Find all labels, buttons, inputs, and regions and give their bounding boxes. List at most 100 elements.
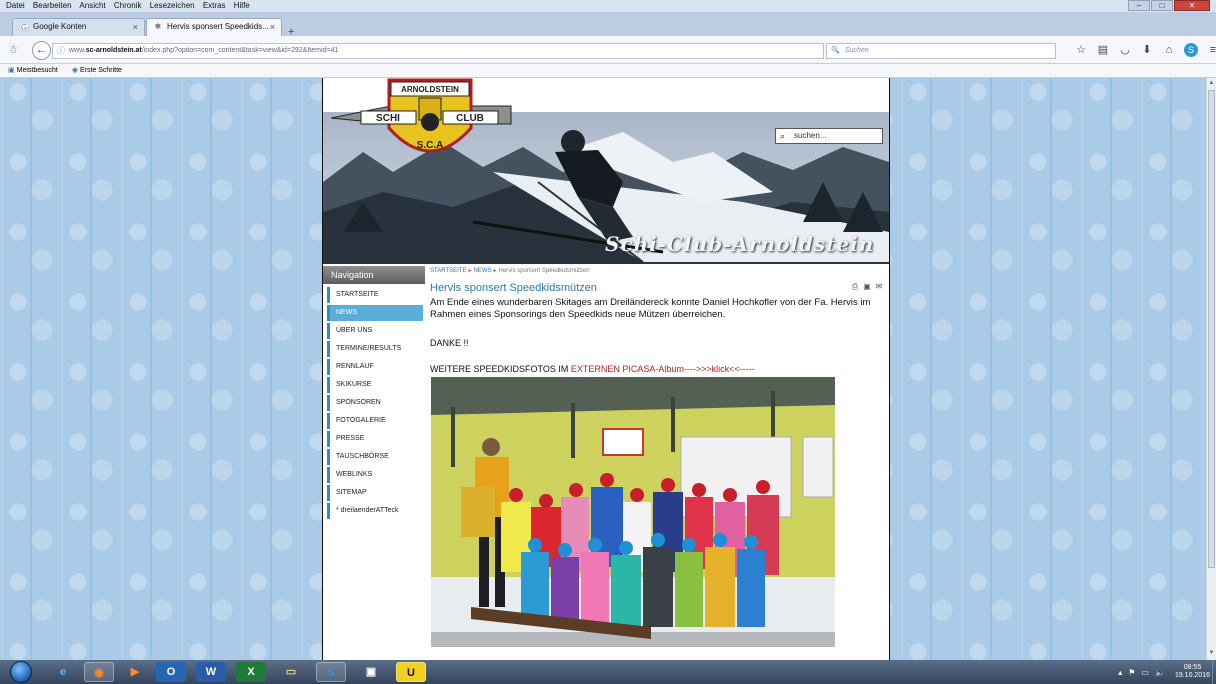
club-title: Schi-Club-Arnoldstein bbox=[605, 232, 875, 256]
excel-icon[interactable]: X bbox=[236, 662, 266, 682]
nav-item-news[interactable]: NEWS bbox=[327, 305, 423, 321]
search-icon: 🔍 bbox=[831, 47, 840, 54]
url-host: sc-arnoldstein.at bbox=[85, 47, 142, 54]
url-prefix: www. bbox=[69, 47, 86, 54]
tab-close-icon[interactable]: × bbox=[270, 19, 275, 35]
search-bar[interactable]: 🔍 Suchen bbox=[826, 43, 1056, 59]
window-controls: – □ ✕ bbox=[1127, 0, 1210, 12]
google-icon: G bbox=[19, 22, 29, 32]
email-icon[interactable]: ✉ bbox=[874, 282, 884, 292]
internet-explorer-icon[interactable]: e bbox=[48, 662, 78, 682]
firefox-menu-icon[interactable]: ☃ bbox=[8, 44, 20, 56]
menu-lesezeichen[interactable]: Lesezeichen bbox=[150, 1, 195, 10]
tray-expand-icon[interactable]: ▴ bbox=[1118, 668, 1122, 677]
scroll-up-icon[interactable]: ▲ bbox=[1208, 80, 1215, 88]
page-scrollbar[interactable]: ▲ ▼ bbox=[1206, 78, 1216, 660]
logo-bottom-text: S.C.A bbox=[417, 140, 444, 151]
search-placeholder: Suchen bbox=[845, 47, 869, 54]
print-icon[interactable]: ▣ bbox=[862, 282, 872, 292]
clock[interactable]: 08:55 19.10.2016 bbox=[1175, 664, 1210, 680]
tab-google-konten[interactable]: G Google Konten × bbox=[12, 18, 145, 36]
nav-item-sponsoren[interactable]: SPONSOREN bbox=[327, 395, 423, 411]
menu-datei[interactable]: Datei bbox=[6, 1, 25, 10]
scroll-thumb[interactable] bbox=[1208, 90, 1215, 568]
ultraedit-icon[interactable]: U bbox=[396, 662, 426, 682]
word-icon[interactable]: W bbox=[196, 662, 226, 682]
image-editor-icon[interactable]: ▣ bbox=[356, 662, 386, 682]
bookmark-star-icon[interactable]: ☆ bbox=[1071, 42, 1091, 58]
nav-item-skikurse[interactable]: SKIKURSE bbox=[327, 377, 423, 393]
media-player-icon[interactable]: ▶ bbox=[120, 662, 150, 682]
clock-date: 19.10.2016 bbox=[1174, 672, 1210, 679]
nav-item-startseite[interactable]: STARTSEITE bbox=[327, 287, 423, 303]
site-search-placeholder: suchen... bbox=[794, 131, 827, 140]
menu-bearbeiten[interactable]: Bearbeiten bbox=[33, 1, 72, 10]
start-button[interactable] bbox=[10, 661, 32, 683]
skype-icon[interactable]: S bbox=[316, 662, 346, 682]
toolbar-icons: ☆ ▤ ◡ ⬇ ⌂ S ≡ bbox=[1071, 42, 1216, 58]
bookmark-label: Erste Schritte bbox=[79, 67, 122, 74]
outlook-icon[interactable]: O bbox=[156, 662, 186, 682]
nav-item-dreilaendereck[interactable]: * dreilaenderATTeck bbox=[327, 503, 423, 519]
nav-item-weblinks[interactable]: WEBLINKS bbox=[327, 467, 423, 483]
home-icon[interactable]: ⌂ bbox=[1159, 42, 1179, 58]
maximize-icon[interactable]: □ bbox=[1151, 0, 1173, 11]
info-icon[interactable]: ⓘ bbox=[57, 44, 65, 58]
reading-list-icon[interactable]: ▤ bbox=[1093, 42, 1113, 58]
nav-item-ueber-uns[interactable]: ÜBER UNS bbox=[327, 323, 423, 339]
nav-item-fotogalerie[interactable]: FOTOGALERIE bbox=[327, 413, 423, 429]
folder-icon: ▣ bbox=[8, 67, 15, 74]
nav-item-presse[interactable]: PRESSE bbox=[327, 431, 423, 447]
site-banner: ARNOLDSTEIN SCHI CLUB S.C.A ⌕ suchen... … bbox=[323, 78, 889, 264]
volume-icon[interactable]: 🔈 bbox=[1155, 668, 1165, 677]
scroll-down-icon[interactable]: ▼ bbox=[1208, 650, 1215, 658]
logo-right-text: CLUB bbox=[456, 113, 484, 124]
menu-chronik[interactable]: Chronik bbox=[114, 1, 142, 10]
network-icon[interactable]: ▭ bbox=[1141, 668, 1149, 677]
nav-item-sitemap[interactable]: SITEMAP bbox=[327, 485, 423, 501]
menu-extras[interactable]: Extras bbox=[203, 1, 226, 10]
nav-header: Navigation bbox=[323, 266, 425, 284]
nav-item-tauschboerse[interactable]: TAUSCHBÖRSE bbox=[327, 449, 423, 465]
nav-item-termine-results[interactable]: TERMINE/RESULTS bbox=[327, 341, 423, 357]
bookmark-erste-schritte[interactable]: ◉ Erste Schritte bbox=[72, 67, 128, 74]
logo-top-text: ARNOLDSTEIN bbox=[401, 85, 459, 94]
flag-icon[interactable]: ⚑ bbox=[1128, 668, 1135, 677]
show-desktop-button[interactable] bbox=[1212, 660, 1216, 684]
download-icon[interactable]: ⬇ bbox=[1137, 42, 1157, 58]
site-search-input[interactable]: ⌕ suchen... bbox=[775, 128, 883, 144]
breadcrumb-startseite[interactable]: STARTSEITE bbox=[430, 268, 466, 274]
file-explorer-icon[interactable]: ▭ bbox=[276, 662, 306, 682]
address-bar[interactable]: ⓘ www.sc-arnoldstein.at/index.php?option… bbox=[52, 43, 824, 59]
menu-hilfe[interactable]: Hilfe bbox=[234, 1, 250, 10]
pdf-icon[interactable]: ⎙ bbox=[850, 282, 860, 292]
pocket-icon[interactable]: ◡ bbox=[1115, 42, 1135, 58]
breadcrumb-arrow-icon: ▸ bbox=[493, 268, 497, 274]
back-button[interactable]: ← bbox=[32, 41, 51, 60]
bookmark-meistbesucht[interactable]: ▣ Meistbesucht bbox=[8, 67, 64, 74]
logo-left-text: SCHI bbox=[376, 113, 400, 124]
picasa-album-link[interactable]: EXTERNEN PICASA-Album---->>>klick<<----- bbox=[571, 364, 755, 374]
tab-strip: G Google Konten × ❄ Hervis sponsert Spee… bbox=[0, 12, 1216, 38]
skype-icon[interactable]: S bbox=[1184, 43, 1198, 57]
more-photos-prefix: WEITERE SPEEDKIDSFOTOS IM bbox=[430, 364, 571, 374]
club-logo: ARNOLDSTEIN SCHI CLUB S.C.A bbox=[331, 78, 512, 153]
tab-hervis[interactable]: ❄ Hervis sponsert Speedkids... × bbox=[146, 18, 282, 36]
menu-ansicht[interactable]: Ansicht bbox=[79, 1, 105, 10]
hamburger-menu-icon[interactable]: ≡ bbox=[1203, 42, 1216, 58]
firefox-icon[interactable]: ◉ bbox=[84, 662, 114, 682]
breadcrumb-news[interactable]: NEWS bbox=[473, 268, 491, 274]
search-icon: ⌕ bbox=[780, 131, 786, 141]
site-container: ARNOLDSTEIN SCHI CLUB S.C.A ⌕ suchen... … bbox=[322, 78, 890, 660]
bookmarks-bar: ▣ Meistbesucht ◉ Erste Schritte bbox=[0, 64, 1216, 78]
close-window-icon[interactable]: ✕ bbox=[1174, 0, 1210, 11]
breadcrumb-arrow-icon: ▸ bbox=[468, 268, 472, 274]
sidebar-navigation: Navigation STARTSEITE NEWS ÜBER UNS TERM… bbox=[323, 266, 425, 660]
tab-close-icon[interactable]: × bbox=[133, 19, 138, 35]
clock-time: 08:55 bbox=[1183, 664, 1202, 671]
firefox-icon: ◉ bbox=[71, 67, 78, 74]
article-text: Am Ende eines wunderbaren Skitages am Dr… bbox=[430, 297, 871, 320]
nav-item-rennlauf[interactable]: RENNLAUF bbox=[327, 359, 423, 375]
minimize-icon[interactable]: – bbox=[1128, 0, 1150, 11]
article-tools: ⎙ ▣ ✉ bbox=[848, 282, 884, 292]
